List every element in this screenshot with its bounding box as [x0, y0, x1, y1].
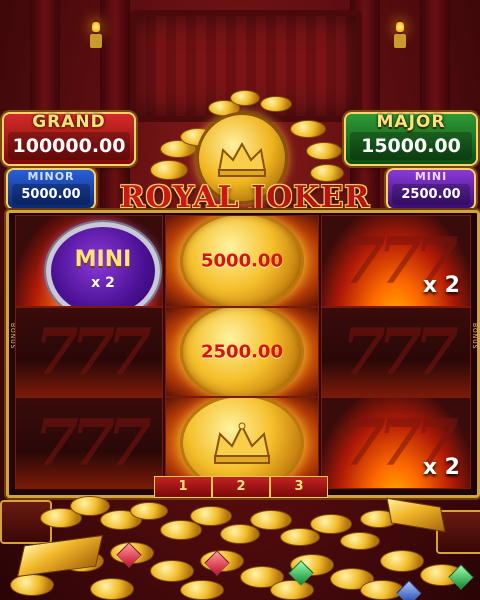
reel-cell-r0c0[interactable]: MINI x 2: [15, 215, 163, 307]
reel-cell-r0c1[interactable]: 5000.00: [165, 215, 319, 307]
jackpot-minor-value: 5000.00: [12, 184, 90, 205]
reel-cell-r2c0[interactable]: 777: [15, 397, 163, 489]
money-coin-value: 2500.00: [201, 341, 283, 363]
jackpot-major-label: MAJOR: [376, 112, 446, 132]
reel-grid: BONUS BONUS MINI x 2 5000.00 777 x 2 777…: [6, 210, 480, 498]
jackpot-mini-label: MINI: [414, 170, 448, 183]
jackpot-grand-label: GRAND: [32, 112, 106, 132]
mini-badge-multiplier: x 2: [91, 275, 115, 291]
jackpot-grand: GRAND 100000.00: [4, 112, 134, 164]
candle-sconce-icon: [392, 20, 408, 50]
reel-cell-r1c2[interactable]: 777: [321, 307, 471, 397]
mini-badge-label: MINI: [74, 247, 132, 272]
jackpot-grand-value: 100000.00: [8, 132, 130, 160]
faded-777-symbol: 777: [341, 314, 459, 390]
reel-cell-r1c1[interactable]: 2500.00: [165, 307, 319, 397]
reel-cell-r0c2[interactable]: 777 x 2: [321, 215, 471, 307]
treasure-pile: [0, 480, 480, 600]
crown-icon: [217, 141, 267, 177]
jackpot-mini: MINI 2500.00: [388, 170, 474, 208]
bonus-side-label: BONUS: [471, 323, 478, 350]
money-coin: 5000.00: [180, 216, 304, 306]
gold-bar-icon: [386, 497, 446, 533]
reel-cell-r2c2[interactable]: 777 x 2: [321, 397, 471, 489]
jackpot-minor-label: MINOR: [27, 170, 75, 183]
faded-777-symbol: 777: [34, 314, 152, 390]
jackpot-minor: MINOR 5000.00: [8, 170, 94, 208]
multiplier-label: x 2: [422, 273, 460, 298]
candle-sconce-icon: [88, 20, 104, 50]
multiplier-label: x 2: [422, 455, 460, 480]
jackpot-mini-value: 2500.00: [392, 184, 470, 205]
faded-777-symbol: 777: [34, 405, 152, 481]
money-coin: 2500.00: [180, 308, 304, 396]
mini-jackpot-badge: MINI x 2: [46, 222, 160, 306]
gem-icon: [396, 580, 422, 600]
money-coin-value: 5000.00: [201, 250, 283, 272]
crown-icon: [213, 422, 271, 464]
jackpot-major-value: 15000.00: [350, 132, 472, 160]
reel-cell-r1c0[interactable]: 777: [15, 307, 163, 397]
jackpot-major: MAJOR 15000.00: [346, 112, 476, 164]
game-scene: GRAND 100000.00 MAJOR 15000.00 MINOR 500…: [0, 0, 480, 600]
